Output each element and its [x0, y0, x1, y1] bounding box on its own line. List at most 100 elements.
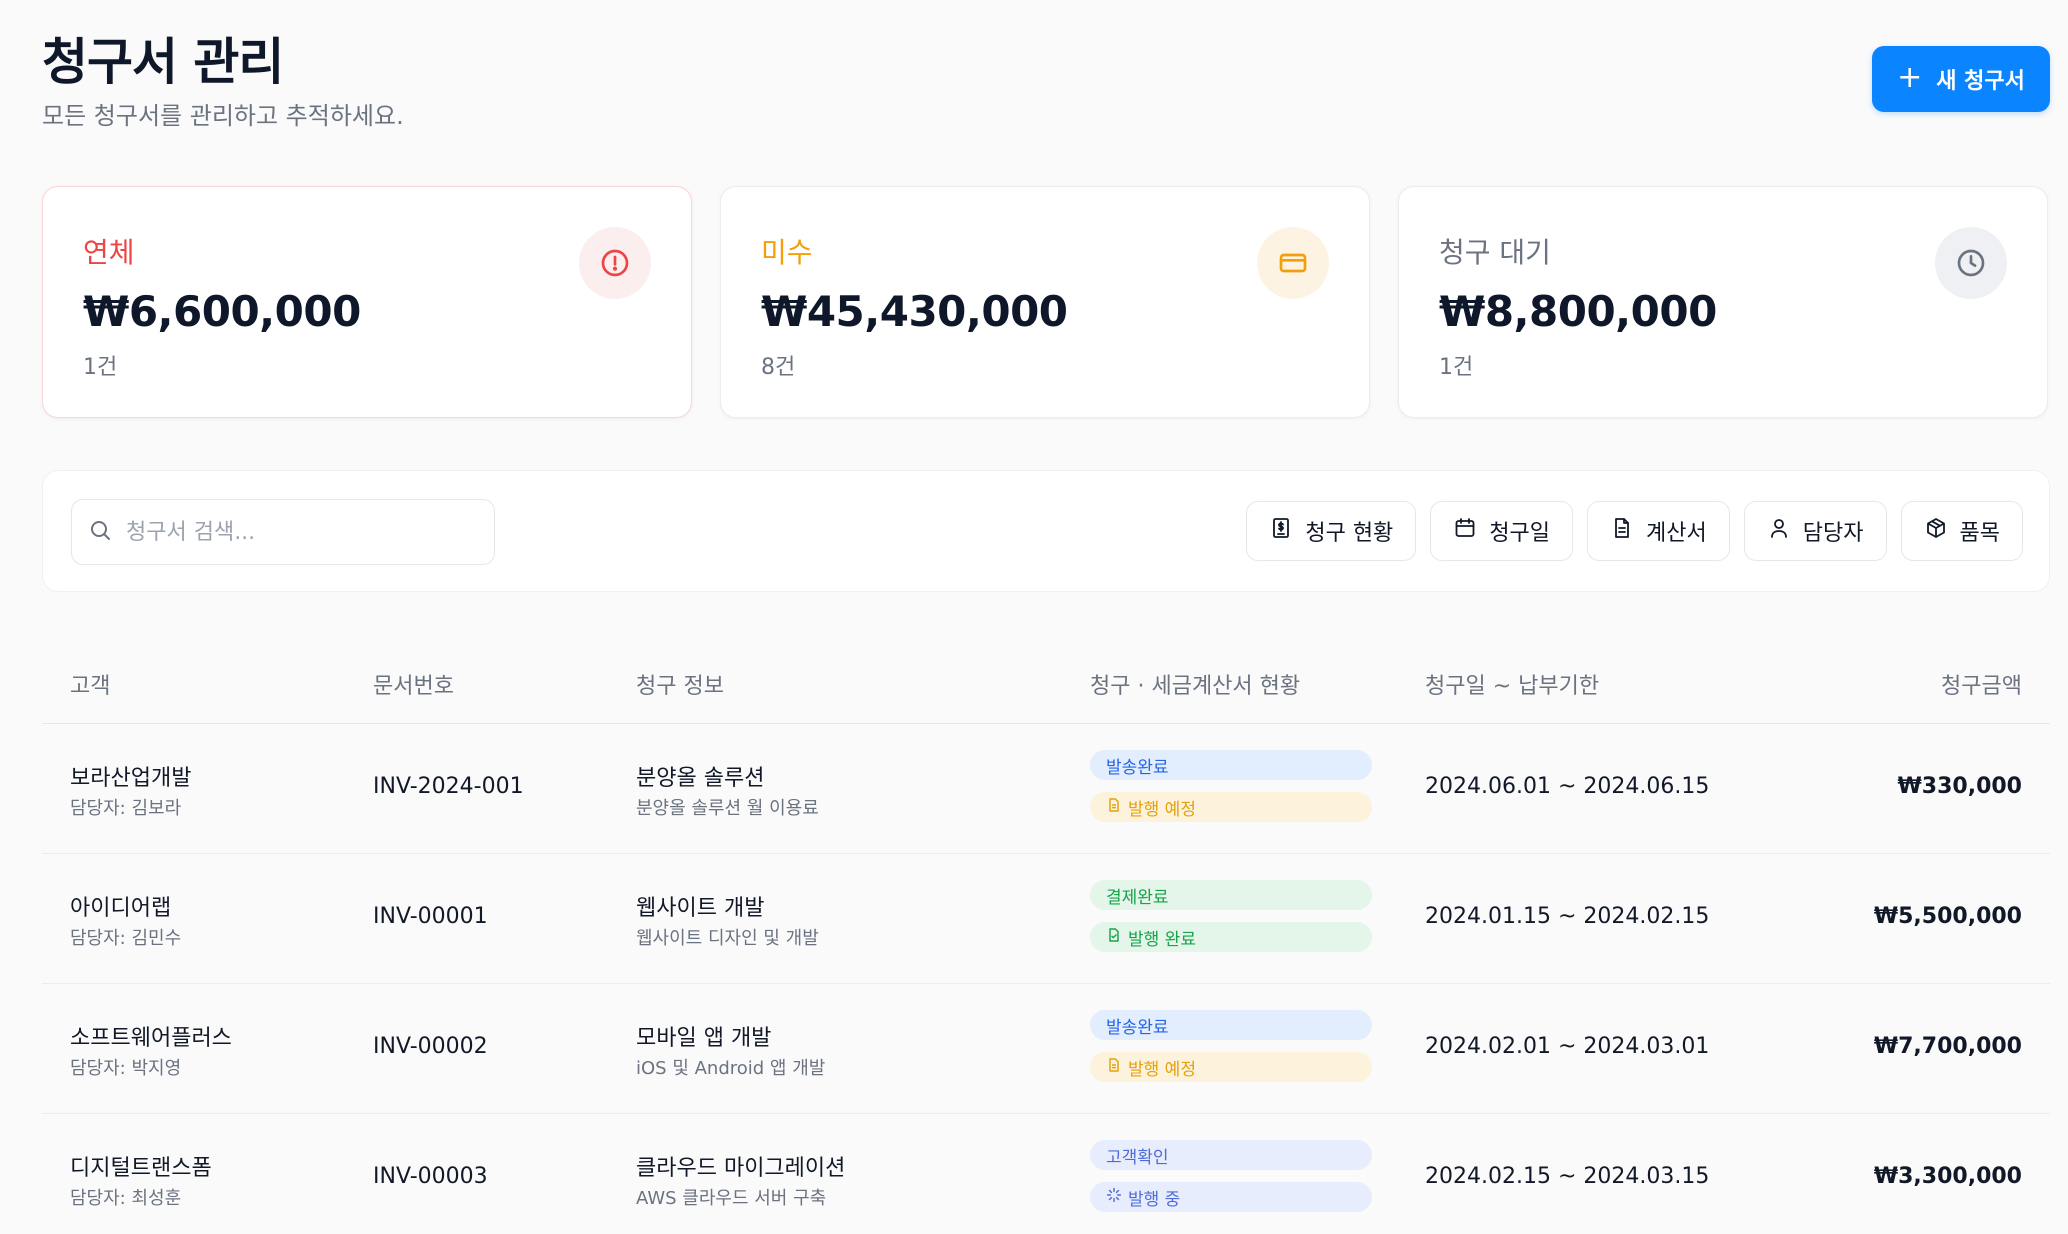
billing-status-badge: 발송완료: [1090, 1010, 1372, 1040]
table-header: 고객 문서번호 청구 정보 청구 · 세금계산서 현황 청구일 ~ 납부기한 청…: [42, 630, 2050, 724]
document-number: INV-00003: [373, 1164, 488, 1189]
filter-manager-button[interactable]: 담당자: [1743, 501, 1887, 561]
billing-description: 웹사이트 디자인 및 개발: [636, 928, 819, 949]
search-input[interactable]: [126, 519, 466, 545]
invoice-dollar-icon: [1269, 516, 1293, 546]
document-icon: [1106, 1057, 1122, 1078]
table-row[interactable]: 디지털트랜스폼 담당자: 최성훈 INV-00003 클라우드 마이그레이션 A…: [42, 1114, 2050, 1234]
billing-description: iOS 및 Android 앱 개발: [636, 1058, 826, 1079]
billing-status-text: 발송완료: [1106, 1017, 1169, 1038]
column-header-doc-no[interactable]: 문서번호: [373, 668, 454, 700]
filter-item-button[interactable]: 품목: [1900, 501, 2023, 561]
client-manager: 담당자: 최성훈: [70, 1188, 182, 1209]
filter-tax-invoice-button[interactable]: 계산서: [1587, 501, 1730, 561]
column-header-amount[interactable]: 청구금액: [1941, 668, 2022, 700]
client-name: 보라산업개발: [70, 766, 192, 791]
summary-count: 1건: [83, 355, 118, 380]
page-subtitle: 모든 청구서를 관리하고 추적하세요.: [42, 102, 404, 130]
invoice-management-page: 청구서 관리 모든 청구서를 관리하고 추적하세요. + 새 청구서 연체 ₩6…: [0, 0, 2068, 1234]
document-number: INV-00001: [373, 904, 488, 929]
calendar-icon: [1453, 516, 1477, 546]
filter-toolbar: 청구 현황 청구일 계산서 담당자: [42, 470, 2050, 592]
client-manager: 담당자: 김보라: [70, 798, 182, 819]
summary-amount: ₩45,430,000: [761, 287, 1068, 336]
billing-status-badge: 고객확인: [1090, 1140, 1372, 1170]
credit-card-icon: [1257, 227, 1329, 299]
billing-title: 모바일 앱 개발: [636, 1026, 772, 1051]
summary-amount: ₩6,600,000: [83, 287, 361, 336]
user-icon: [1767, 516, 1791, 546]
new-invoice-button[interactable]: + 새 청구서: [1872, 46, 2050, 112]
billing-description: AWS 클라우드 서버 구축: [636, 1188, 827, 1209]
new-invoice-label: 새 청구서: [1936, 69, 2025, 94]
summary-label: 미수: [761, 236, 813, 269]
plus-icon: +: [1897, 59, 1923, 95]
client-manager: 담당자: 김민수: [70, 928, 182, 949]
billing-amount: ₩5,500,000: [1873, 904, 2022, 929]
summary-amount: ₩8,800,000: [1439, 287, 1717, 336]
date-range: 2024.02.15 ~ 2024.03.15: [1425, 1164, 1710, 1189]
filter-billing-status-button[interactable]: 청구 현황: [1246, 501, 1417, 561]
summary-card-overdue[interactable]: 연체 ₩6,600,000 1건: [42, 186, 692, 418]
table-row[interactable]: 소프트웨어플러스 담당자: 박지영 INV-00002 모바일 앱 개발 iOS…: [42, 984, 2050, 1114]
billing-title: 분양올 솔루션: [636, 766, 765, 791]
column-header-date-range[interactable]: 청구일 ~ 납부기한: [1425, 668, 1599, 700]
filter-group: 청구 현황 청구일 계산서 담당자 품목: [1246, 501, 2023, 561]
client-name: 아이디어랩: [70, 896, 172, 921]
billing-amount: ₩3,300,000: [1873, 1164, 2022, 1189]
document-check-icon: [1106, 927, 1122, 948]
document-icon: [1106, 797, 1122, 818]
billing-title: 클라우드 마이그레이션: [636, 1156, 846, 1181]
search-icon: [88, 518, 112, 546]
tax-status-badge: 발행 예정: [1090, 792, 1372, 822]
tax-status-badge: 발행 중: [1090, 1182, 1372, 1212]
document-icon: [1610, 516, 1634, 546]
billing-description: 분양올 솔루션 월 이용료: [636, 798, 819, 819]
summary-card-unpaid[interactable]: 미수 ₩45,430,000 8건: [720, 186, 1370, 418]
billing-title: 웹사이트 개발: [636, 896, 765, 921]
billing-status-text: 고객확인: [1106, 1147, 1169, 1168]
search-box[interactable]: [71, 499, 495, 565]
loading-spinner-icon: [1106, 1187, 1122, 1208]
summary-label: 청구 대기: [1439, 236, 1551, 269]
billing-status-text: 결제완료: [1106, 887, 1169, 908]
table-row[interactable]: 아이디어랩 담당자: 김민수 INV-00001 웹사이트 개발 웹사이트 디자…: [42, 854, 2050, 984]
filter-label: 계산서: [1646, 521, 1707, 546]
filter-label: 담당자: [1802, 521, 1864, 546]
billing-status-text: 발송완료: [1106, 757, 1169, 778]
document-number: INV-2024-001: [373, 774, 524, 799]
filter-label: 품목: [1959, 521, 2000, 546]
billing-status-badge: 발송완료: [1090, 750, 1372, 780]
filter-billing-date-button[interactable]: 청구일: [1430, 501, 1574, 561]
filter-label: 청구일: [1489, 521, 1551, 546]
clock-icon: [1935, 227, 2007, 299]
column-header-status[interactable]: 청구 · 세금계산서 현황: [1090, 668, 1300, 700]
tax-status-text: 발행 예정: [1128, 799, 1196, 820]
tax-status-badge: 발행 예정: [1090, 1052, 1372, 1082]
summary-count: 1건: [1439, 355, 1474, 380]
tax-status-badge: 발행 완료: [1090, 922, 1372, 952]
page-title: 청구서 관리: [42, 33, 284, 91]
date-range: 2024.01.15 ~ 2024.02.15: [1425, 904, 1710, 929]
alert-circle-icon: [579, 227, 651, 299]
tax-status-text: 발행 완료: [1128, 929, 1196, 950]
invoice-table: 고객 문서번호 청구 정보 청구 · 세금계산서 현황 청구일 ~ 납부기한 청…: [42, 630, 2050, 1234]
document-number: INV-00002: [373, 1034, 488, 1059]
tax-status-text: 발행 예정: [1128, 1059, 1196, 1080]
billing-status-badge: 결제완료: [1090, 880, 1372, 910]
column-header-client[interactable]: 고객: [70, 668, 110, 700]
table-row[interactable]: 보라산업개발 담당자: 김보라 INV-2024-001 분양올 솔루션 분양올…: [42, 724, 2050, 854]
summary-card-pending[interactable]: 청구 대기 ₩8,800,000 1건: [1398, 186, 2048, 418]
date-range: 2024.02.01 ~ 2024.03.01: [1425, 1034, 1710, 1059]
column-header-billing-info[interactable]: 청구 정보: [636, 668, 724, 700]
client-name: 소프트웨어플러스: [70, 1026, 232, 1051]
tax-status-text: 발행 중: [1128, 1189, 1181, 1210]
summary-label: 연체: [83, 236, 135, 269]
package-icon: [1924, 516, 1948, 546]
date-range: 2024.06.01 ~ 2024.06.15: [1425, 774, 1710, 799]
filter-label: 청구 현황: [1305, 521, 1394, 546]
client-manager: 담당자: 박지영: [70, 1058, 182, 1079]
billing-amount: ₩7,700,000: [1873, 1034, 2022, 1059]
summary-count: 8건: [761, 355, 796, 380]
billing-amount: ₩330,000: [1897, 774, 2022, 799]
